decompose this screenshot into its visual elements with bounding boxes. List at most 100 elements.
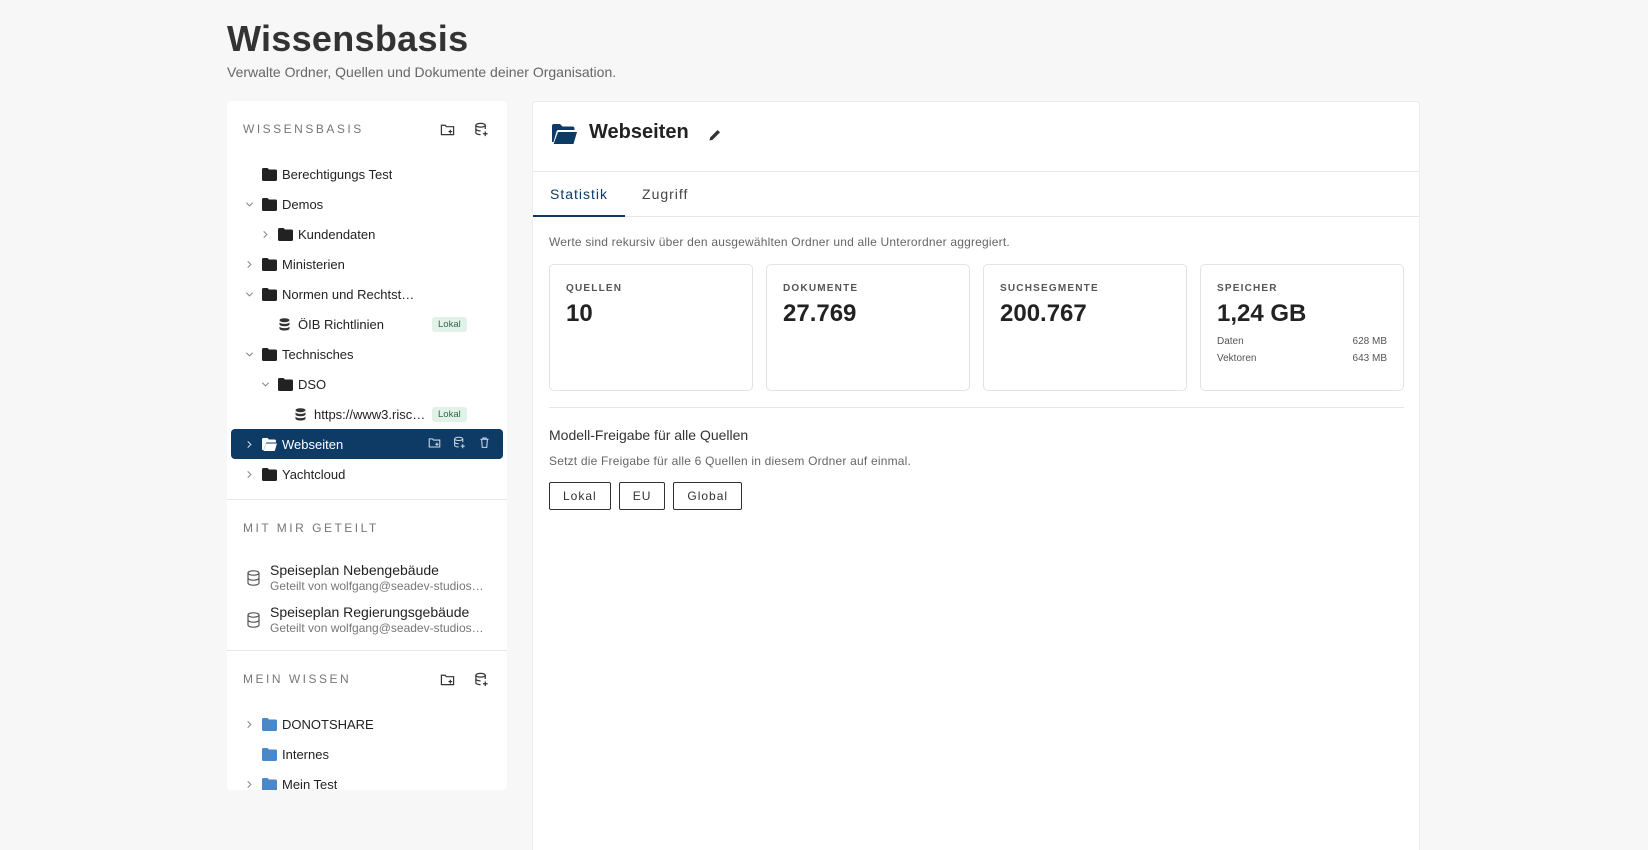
main-panel: Webseiten Statistik Zugriff Werte sind r… [532, 101, 1420, 850]
folder-icon [278, 378, 293, 391]
shared-section-header: MIT MIR GETEILT [227, 500, 507, 556]
storage-row-value: 643 MB [1352, 353, 1387, 364]
stat-value: 200.767 [1000, 300, 1087, 327]
add-source-icon[interactable] [453, 436, 466, 452]
storage-row: Daten 628 MB [1217, 336, 1387, 347]
tree-item-label: https://www3.risc… [314, 407, 426, 422]
tree-item-label: Berechtigungs Test [282, 167, 393, 182]
stat-label: SUCHSEGMENTE [1000, 283, 1099, 294]
tree-item-label: Demos [282, 197, 324, 212]
tree-item[interactable]: https://www3.risc… Lokal [227, 399, 507, 429]
folder-icon [262, 778, 277, 790]
tree-item[interactable]: Berechtigungs Test [227, 159, 507, 189]
chevron-right-icon[interactable] [243, 468, 255, 480]
stat-value: 1,24 GB [1217, 300, 1307, 327]
shared-item[interactable]: Speiseplan Nebengebäude Geteilt von wolfg… [227, 556, 507, 598]
tree-item[interactable]: Demos [227, 189, 507, 219]
org-section-title: WISSENSBASIS [243, 122, 364, 136]
release-lokal-button[interactable]: Lokal [549, 482, 611, 510]
shared-item[interactable]: Speiseplan Regierungsgebäude Geteilt von … [227, 598, 507, 640]
stat-card-speicher: SPEICHER 1,24 GB Daten 628 MB Vektoren 6… [1200, 264, 1404, 391]
page-title: Wissensbasis [227, 18, 469, 59]
tab-zugriff[interactable]: Zugriff [625, 172, 705, 216]
chevron-right-icon[interactable] [243, 718, 255, 730]
tree-item[interactable]: Internes [227, 739, 507, 769]
folder-title: Webseiten [589, 121, 689, 143]
page-subtitle: Verwalte Ordner, Quellen und Dokumente d… [227, 64, 617, 80]
add-folder-icon[interactable] [428, 436, 441, 452]
tab-bar: Statistik Zugriff [533, 172, 1419, 217]
shared-list: Speiseplan Nebengebäude Geteilt von wolfg… [227, 556, 507, 640]
tree-item-label: DSO [298, 377, 327, 392]
mine-tree: DONOTSHARE Internes Mein Test [227, 707, 507, 790]
stat-value: 10 [566, 300, 593, 327]
folder-icon [262, 748, 277, 761]
tree-item-label: Technisches [282, 347, 354, 362]
shared-item-subtitle: Geteilt von wolfgang@seadev-studios.com [270, 579, 485, 593]
folder-icon [262, 718, 277, 731]
tree-item[interactable]: Normen und Rechtst… [227, 279, 507, 309]
tree-item-label: Ministerien [282, 257, 345, 272]
delete-icon[interactable] [478, 436, 491, 452]
add-source-icon[interactable] [471, 119, 491, 139]
page-header: Wissensbasis Verwalte Ordner, Quellen un… [227, 18, 616, 80]
chevron-down-icon[interactable] [243, 198, 255, 210]
tree-item-label: Kundendaten [298, 227, 376, 242]
add-source-icon[interactable] [471, 669, 491, 689]
folder-open-icon [552, 124, 577, 144]
storage-row-label: Vektoren [1217, 353, 1257, 364]
release-global-button[interactable]: Global [673, 482, 743, 510]
tab-statistik[interactable]: Statistik [533, 172, 626, 217]
tree-item-label: DONOTSHARE [282, 717, 374, 732]
stat-cards: QUELLEN 10 DOKUMENTE 27.769 SUCHSEGMENTE… [549, 264, 1404, 391]
folder-icon [262, 258, 277, 271]
folder-icon [262, 468, 277, 481]
stat-card-suchsegmente: SUCHSEGMENTE 200.767 [983, 264, 1187, 391]
chevron-down-icon[interactable] [259, 378, 271, 390]
database-icon [246, 612, 261, 628]
folder-open-icon [262, 438, 277, 451]
folder-icon [262, 198, 277, 211]
chevron-down-icon[interactable] [243, 348, 255, 360]
tree-item[interactable]: Ministerien [227, 249, 507, 279]
folder-icon [278, 228, 293, 241]
org-section-header: WISSENSBASIS [227, 101, 507, 157]
tree-item[interactable]: Yachtcloud [227, 459, 507, 489]
chevron-right-icon[interactable] [243, 778, 255, 790]
add-folder-icon[interactable] [437, 669, 457, 689]
database-icon [246, 570, 261, 586]
folder-icon [262, 168, 277, 181]
tree-item[interactable]: ÖIB Richtlinien Lokal [227, 309, 507, 339]
release-buttons: Lokal EU Global [549, 482, 743, 510]
tree-item-label: Internes [282, 747, 329, 762]
release-subtitle: Setzt die Freigabe für alle 6 Quellen in… [549, 454, 912, 468]
stat-card-dokumente: DOKUMENTE 27.769 [766, 264, 970, 391]
chevron-right-icon[interactable] [243, 258, 255, 270]
tree-item[interactable]: Webseiten [231, 429, 503, 459]
divider [549, 407, 1404, 408]
tree-item-label: Mein Test [282, 777, 338, 790]
tree-item-label: Yachtcloud [282, 467, 346, 482]
tree-item[interactable]: DSO [227, 369, 507, 399]
tree-item-label: ÖIB Richtlinien [298, 317, 384, 332]
tree-item-label: Normen und Rechtst… [282, 287, 415, 302]
tree-item[interactable]: Kundendaten [227, 219, 507, 249]
stat-label: QUELLEN [566, 283, 623, 294]
shared-section-title: MIT MIR GETEILT [243, 521, 379, 535]
stat-label: SPEICHER [1217, 283, 1278, 294]
tree-item[interactable]: Mein Test [227, 769, 507, 790]
chevron-right-icon[interactable] [243, 438, 255, 450]
sidebar: WISSENSBASIS Berechtigungs Test Demos Kund… [227, 101, 507, 790]
storage-row: Vektoren 643 MB [1217, 353, 1387, 364]
tree-item[interactable]: Technisches [227, 339, 507, 369]
storage-row-value: 628 MB [1352, 336, 1387, 347]
chevron-right-icon[interactable] [259, 228, 271, 240]
add-folder-icon[interactable] [437, 119, 457, 139]
chevron-down-icon[interactable] [243, 288, 255, 300]
release-eu-button[interactable]: EU [618, 482, 666, 510]
org-tree: Berechtigungs Test Demos Kundendaten Minist… [227, 157, 507, 489]
edit-icon[interactable] [707, 127, 723, 143]
stat-value: 27.769 [783, 300, 857, 327]
release-badge: Lokal [432, 317, 467, 332]
tree-item[interactable]: DONOTSHARE [227, 709, 507, 739]
